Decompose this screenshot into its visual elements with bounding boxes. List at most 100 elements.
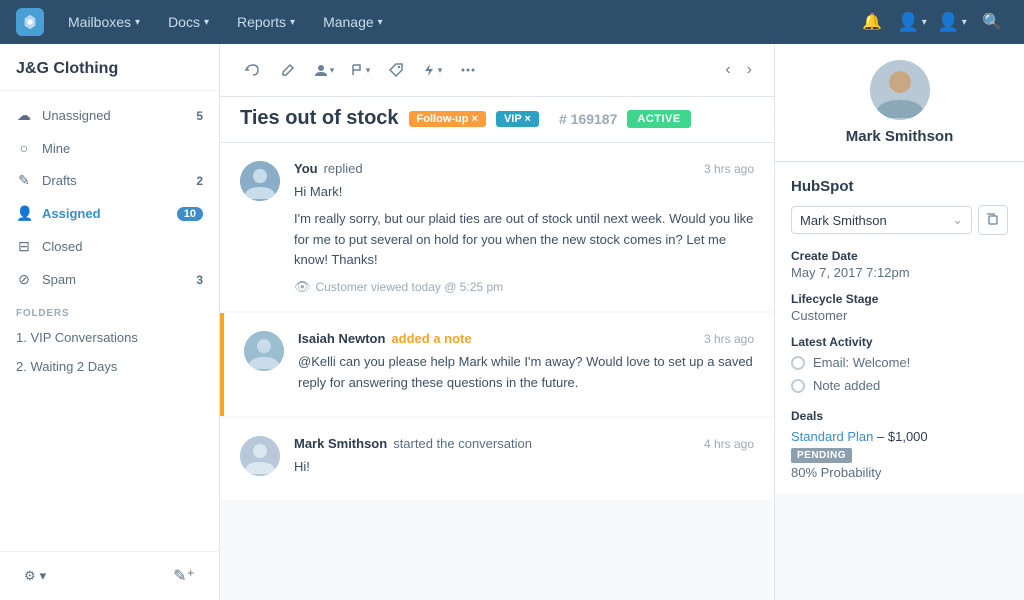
sidebar-item-closed[interactable]: ⊟ Closed bbox=[0, 230, 219, 263]
nav-docs[interactable]: Docs ▾ bbox=[156, 8, 221, 36]
message-action: added a note bbox=[391, 331, 471, 346]
deal-amount: – $1,000 bbox=[877, 429, 928, 444]
eye-icon: 👁 bbox=[294, 279, 311, 295]
nav-reports[interactable]: Reports ▾ bbox=[225, 8, 307, 36]
deal-name-link[interactable]: Standard Plan bbox=[791, 429, 873, 444]
lifecycle-stage-field: Lifecycle Stage Customer bbox=[791, 292, 1008, 323]
assigned-icon: 👤 bbox=[16, 205, 32, 222]
right-panel: Mark Smithson HubSpot Mark Smithson ⌄ Cr… bbox=[774, 44, 1024, 600]
chevron-down-icon: ⌄ bbox=[952, 212, 963, 228]
inbox-icon: ☁ bbox=[16, 107, 32, 124]
sidebar-nav: ☁ Unassigned 5 ○ Mine ✎ Drafts 2 👤 Assig… bbox=[0, 91, 219, 551]
latest-activity-field: Latest Activity Email: Welcome! Note add… bbox=[791, 335, 1008, 397]
flag-button[interactable]: ▾ bbox=[344, 54, 376, 86]
message-sender: You bbox=[294, 161, 318, 176]
contact-select[interactable]: Mark Smithson ⌄ bbox=[791, 206, 972, 234]
message-content: You replied 3 hrs ago Hi Mark! I'm reall… bbox=[294, 161, 754, 295]
nav-manage[interactable]: Manage ▾ bbox=[311, 8, 395, 36]
message-viewed: 👁 Customer viewed today @ 5:25 pm bbox=[294, 279, 754, 295]
messages-list: You replied 3 hrs ago Hi Mark! I'm reall… bbox=[220, 143, 774, 600]
sidebar-folder-vip[interactable]: 1. VIP Conversations bbox=[0, 323, 219, 352]
deals-section: Deals Standard Plan – $1,000 PENDING 80%… bbox=[791, 409, 1008, 480]
subject-line: Ties out of stock Follow-up × VIP × # 16… bbox=[220, 97, 774, 143]
message-action: started the conversation bbox=[393, 436, 532, 451]
message-body: Hi Mark! I'm really sorry, but our plaid… bbox=[294, 182, 754, 271]
message-sender: Mark Smithson bbox=[294, 436, 387, 451]
message-content: Isaiah Newton added a note 3 hrs ago @Ke… bbox=[298, 331, 754, 400]
deal-status-badge: PENDING bbox=[791, 448, 852, 463]
next-conversation-button[interactable]: › bbox=[741, 57, 758, 83]
message-header: Mark Smithson started the conversation 4… bbox=[294, 436, 754, 451]
lightning-button[interactable]: ▾ bbox=[416, 54, 448, 86]
notifications-icon[interactable]: 🔔 bbox=[856, 6, 888, 38]
followup-tag[interactable]: Follow-up × bbox=[409, 111, 486, 127]
chevron-down-icon: ▾ bbox=[378, 17, 383, 28]
settings-label: ▾ bbox=[40, 568, 47, 584]
sidebar-item-unassigned[interactable]: ☁ Unassigned 5 bbox=[0, 99, 219, 132]
sidebar-folder-waiting[interactable]: 2. Waiting 2 Days bbox=[0, 352, 219, 381]
sidebar-footer: ⚙ ▾ ✎⁺ bbox=[0, 551, 219, 600]
assign-button[interactable]: ▾ bbox=[308, 54, 340, 86]
deal-probability: 80% Probability bbox=[791, 465, 1008, 480]
compose-icon: ✎⁺ bbox=[173, 566, 195, 586]
avatar bbox=[244, 331, 284, 371]
mailbox-name: J&G Clothing bbox=[0, 44, 219, 91]
vip-tag[interactable]: VIP × bbox=[496, 111, 539, 127]
sidebar-item-assigned[interactable]: 👤 Assigned 10 bbox=[0, 197, 219, 230]
draft-icon: ✎ bbox=[16, 172, 32, 189]
chevron-down-icon: ▾ bbox=[204, 17, 209, 28]
account-menu[interactable]: 👤▾ bbox=[936, 6, 968, 38]
chevron-down-icon: ▾ bbox=[135, 17, 140, 28]
message-header: Isaiah Newton added a note 3 hrs ago bbox=[298, 331, 754, 346]
avatar bbox=[240, 436, 280, 476]
main-layout: J&G Clothing ☁ Unassigned 5 ○ Mine ✎ Dra… bbox=[0, 44, 1024, 600]
nav-right-icons: 🔔 👤▾ 👤▾ 🔍 bbox=[856, 6, 1008, 38]
avatar bbox=[240, 161, 280, 201]
sidebar-item-mine[interactable]: ○ Mine bbox=[0, 132, 219, 164]
message-body: @Kelli can you please help Mark while I'… bbox=[298, 352, 754, 394]
sidebar: J&G Clothing ☁ Unassigned 5 ○ Mine ✎ Dra… bbox=[0, 44, 220, 600]
conversation-id: # 169187 bbox=[559, 111, 617, 127]
person-icon: ○ bbox=[16, 140, 32, 156]
tag-button[interactable] bbox=[380, 54, 412, 86]
message-body: Hi! bbox=[294, 457, 754, 478]
hubspot-contact-selector: Mark Smithson ⌄ bbox=[791, 205, 1008, 235]
more-button[interactable] bbox=[452, 54, 484, 86]
message-action: replied bbox=[324, 161, 363, 176]
message-time: 3 hrs ago bbox=[704, 162, 754, 176]
message-content: Mark Smithson started the conversation 4… bbox=[294, 436, 754, 484]
prev-conversation-button[interactable]: ‹ bbox=[719, 57, 736, 83]
user-menu[interactable]: 👤▾ bbox=[896, 6, 928, 38]
copy-to-hubspot-button[interactable] bbox=[978, 205, 1008, 235]
logo bbox=[16, 8, 44, 36]
message-sender: Isaiah Newton bbox=[298, 331, 385, 346]
sidebar-item-spam[interactable]: ⊘ Spam 3 bbox=[0, 263, 219, 296]
closed-icon: ⊟ bbox=[16, 238, 32, 255]
toolbar-navigation: ‹ › bbox=[719, 57, 758, 83]
search-icon[interactable]: 🔍 bbox=[976, 6, 1008, 38]
contact-header: Mark Smithson bbox=[775, 44, 1024, 162]
top-nav: Mailboxes ▾ Docs ▾ Reports ▾ Manage ▾ 🔔 … bbox=[0, 0, 1024, 44]
message-header: You replied 3 hrs ago bbox=[294, 161, 754, 176]
contact-avatar bbox=[870, 60, 930, 120]
conversation-subject: Ties out of stock bbox=[240, 107, 399, 130]
status-badge: ACTIVE bbox=[627, 110, 690, 128]
spam-icon: ⊘ bbox=[16, 271, 32, 288]
new-conversation-button[interactable]: ✎⁺ bbox=[165, 562, 203, 590]
message-item: Mark Smithson started the conversation 4… bbox=[220, 418, 774, 500]
nav-mailboxes[interactable]: Mailboxes ▾ bbox=[56, 8, 152, 36]
sidebar-item-drafts[interactable]: ✎ Drafts 2 bbox=[0, 164, 219, 197]
circle-icon bbox=[791, 356, 805, 370]
edit-button[interactable] bbox=[272, 54, 304, 86]
activity-item: Note added bbox=[791, 374, 1008, 397]
activity-item: Email: Welcome! bbox=[791, 351, 1008, 374]
gear-icon: ⚙ bbox=[24, 568, 36, 584]
message-time: 4 hrs ago bbox=[704, 437, 754, 451]
contact-name: Mark Smithson bbox=[791, 128, 1008, 145]
conversation-toolbar: ▾ ▾ ▾ ‹ › bbox=[220, 44, 774, 97]
settings-button[interactable]: ⚙ ▾ bbox=[16, 564, 54, 588]
chevron-down-icon: ▾ bbox=[290, 17, 295, 28]
message-time: 3 hrs ago bbox=[704, 332, 754, 346]
undo-button[interactable] bbox=[236, 54, 268, 86]
hubspot-section: HubSpot Mark Smithson ⌄ Create Date May … bbox=[775, 164, 1024, 494]
